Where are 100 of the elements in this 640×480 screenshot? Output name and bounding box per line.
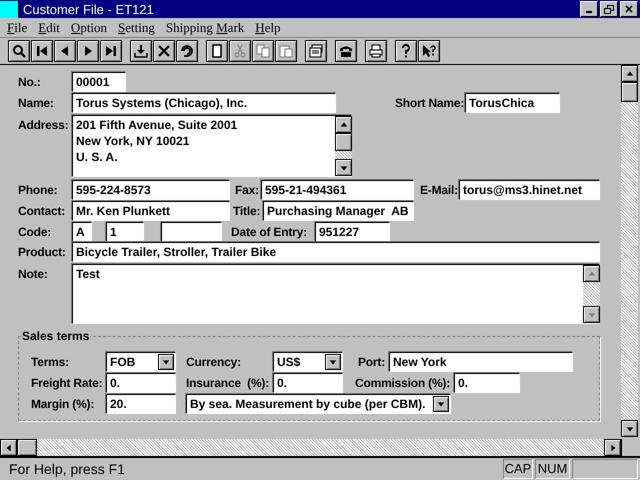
input-field[interactable]: Torus Systems (Chicago), Inc.	[72, 93, 336, 113]
field-label: Date of Entry:	[231, 225, 308, 239]
field-label: Name:	[18, 96, 55, 110]
close-button[interactable]	[620, 1, 638, 17]
input-field[interactable]: 0.	[273, 373, 343, 393]
input-field[interactable]: A	[72, 222, 92, 242]
status-indicator: CAP	[503, 459, 533, 479]
toolbar-button[interactable]	[153, 40, 175, 62]
input-field[interactable]: Purchasing Manager AB	[263, 201, 414, 221]
menu-item[interactable]: File	[2, 20, 34, 36]
field-label: E-Mail:	[420, 183, 459, 197]
toolbar-button[interactable]	[77, 40, 99, 62]
field-label: Product:	[18, 245, 67, 259]
input-field[interactable]: torus@ms3.hinet.net	[459, 180, 600, 200]
field-label: Freight Rate:	[31, 376, 104, 390]
field-label: Insurance (%):	[186, 376, 270, 390]
input-field[interactable]: 00001	[72, 72, 126, 92]
paste-icon	[278, 43, 294, 59]
dropdown-button[interactable]	[325, 354, 341, 370]
app-icon	[0, 0, 19, 18]
menu-item[interactable]: Option	[66, 20, 114, 36]
minimize-button[interactable]	[580, 1, 598, 17]
scroll-left-button[interactable]	[0, 439, 17, 456]
input-field[interactable]: TorusChica	[465, 93, 560, 113]
input-field[interactable]: 595-224-8573	[72, 180, 230, 200]
toolbar-button[interactable]	[176, 40, 198, 62]
field-label: Address:	[18, 118, 70, 132]
group-title: Sales terms	[21, 329, 90, 343]
input-field[interactable]: 0.	[454, 373, 520, 393]
scroll-thumb[interactable]	[621, 82, 638, 102]
last-record-icon	[103, 43, 119, 59]
toolbar-button[interactable]	[335, 40, 357, 62]
printer-icon	[368, 43, 384, 59]
input-field[interactable]: 595-21-494361	[261, 180, 414, 200]
toolbar-button[interactable]	[365, 40, 387, 62]
input-field[interactable]: Mr. Ken Plunkett	[72, 201, 230, 221]
search-icon	[11, 43, 27, 59]
address-field[interactable]: 201 Fifth Avenue, Suite 2001 New York, NY 10021 U. S. A.	[72, 115, 352, 177]
dropdown-button[interactable]	[158, 354, 174, 370]
field-label: Short Name:	[395, 96, 465, 110]
scroll-thumb[interactable]	[17, 439, 37, 456]
toolbar-button[interactable]	[395, 40, 417, 62]
input-field[interactable]: 1	[106, 222, 144, 242]
delete-icon	[156, 43, 172, 59]
input-field[interactable]: 20.	[106, 394, 176, 414]
toolbar-button[interactable]	[54, 40, 76, 62]
menu-item[interactable]: Shipping Mark	[160, 20, 250, 36]
menu-item[interactable]: Edit	[33, 20, 66, 36]
toolbar-button[interactable]	[418, 40, 440, 62]
scroll-up-button[interactable]	[583, 265, 600, 282]
scissors-icon	[232, 43, 248, 59]
toolbar-button[interactable]	[100, 40, 122, 62]
copy-icon	[255, 43, 271, 59]
field-label: Code:	[18, 225, 52, 239]
field-label: Fax:	[235, 183, 260, 197]
dropdown[interactable]: By sea. Measurement by cube (per CBM).	[186, 394, 451, 414]
scroll-down-button[interactable]	[335, 159, 352, 176]
field-label: Note:	[18, 267, 49, 281]
field-label: Margin (%):	[31, 397, 96, 411]
status-text: For Help, press F1	[9, 461, 126, 477]
scroll-down-button[interactable]	[583, 306, 600, 323]
field-label: Contact:	[18, 204, 66, 218]
toolbar-button[interactable]	[206, 40, 228, 62]
dropdown[interactable]: US$	[273, 352, 343, 372]
field-label: Title:	[233, 204, 262, 218]
status-panel	[572, 459, 638, 479]
scroll-thumb[interactable]	[335, 133, 352, 151]
card-file-icon	[308, 43, 324, 59]
field-label: Phone:	[18, 183, 58, 197]
toolbar-button[interactable]	[8, 40, 30, 62]
window-title: Customer File - ET121	[23, 2, 155, 16]
toolbar-button[interactable]	[31, 40, 53, 62]
field-label: Currency:	[186, 355, 242, 369]
input-field[interactable]: 951227	[315, 222, 390, 242]
scroll-right-button[interactable]	[604, 439, 621, 456]
restore-button[interactable]	[600, 1, 618, 17]
status-indicator: NUM	[535, 459, 570, 479]
field-label: No.:	[18, 75, 42, 89]
toolbar-button[interactable]	[130, 40, 152, 62]
restore-icon	[604, 4, 614, 14]
download-icon	[133, 43, 149, 59]
dropdown[interactable]: FOB	[106, 352, 176, 372]
scroll-up-button[interactable]	[621, 65, 638, 82]
input-field[interactable]: New York	[389, 352, 573, 372]
dropdown-button[interactable]	[433, 396, 449, 412]
field-label: Commission (%):	[355, 376, 452, 390]
field-label: Port:	[358, 355, 386, 369]
menu-item[interactable]: Help	[250, 20, 287, 36]
input-field[interactable]: 0.	[106, 373, 176, 393]
field-label: Terms:	[31, 355, 70, 369]
undo-icon	[179, 43, 195, 59]
first-record-icon	[34, 43, 50, 59]
note-field[interactable]: Test	[72, 264, 600, 324]
scroll-down-button[interactable]	[621, 420, 638, 437]
scroll-up-button[interactable]	[335, 116, 352, 133]
toolbar-button[interactable]	[305, 40, 327, 62]
menu-item[interactable]: Setting	[113, 20, 161, 36]
input-field[interactable]	[161, 222, 222, 242]
context-help-icon	[421, 43, 437, 59]
input-field[interactable]: Bicycle Trailer, Stroller, Trailer Bike	[72, 242, 600, 262]
